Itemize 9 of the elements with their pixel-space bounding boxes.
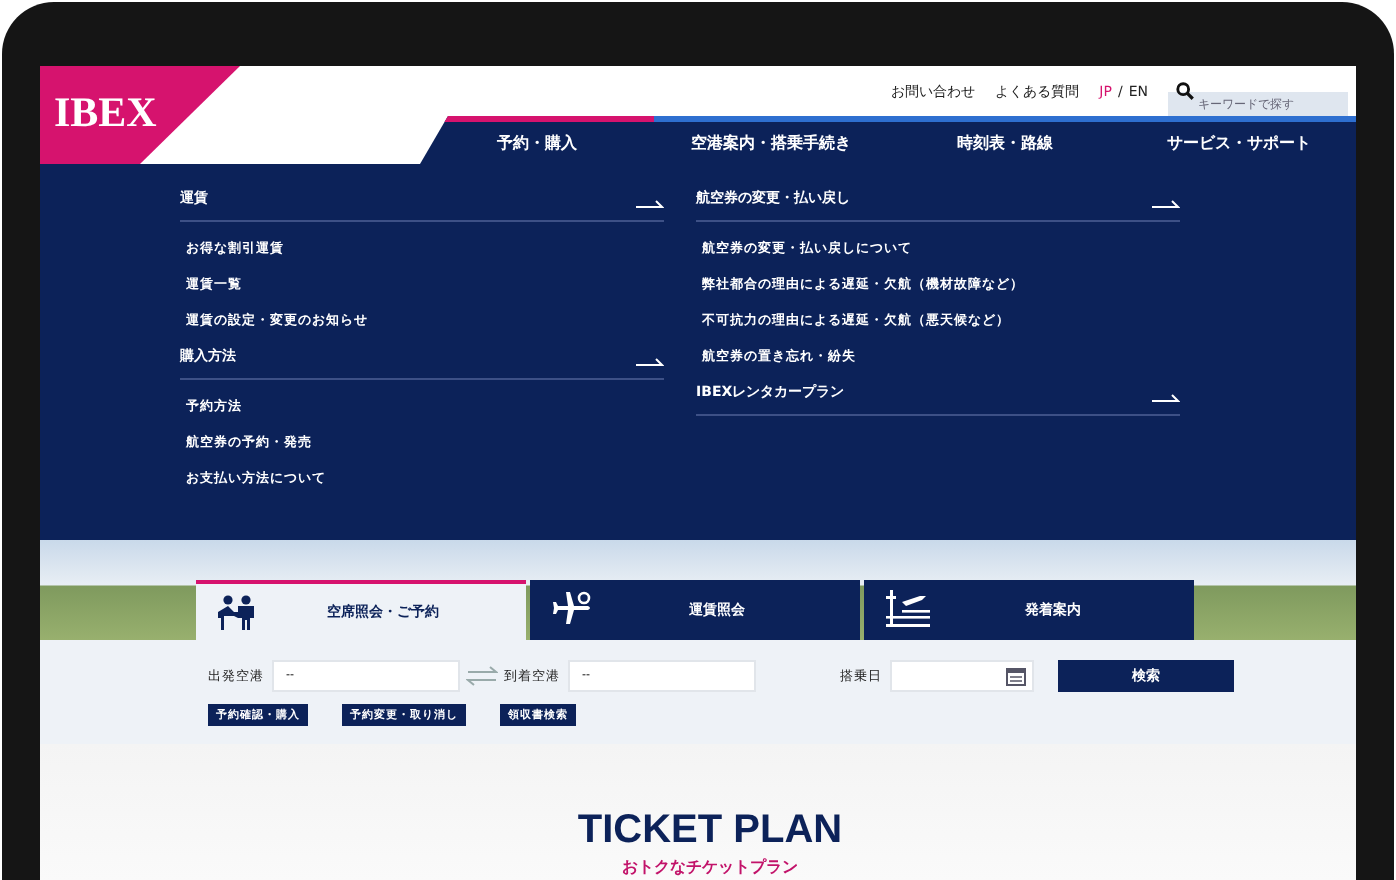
airplane-icon <box>550 590 594 630</box>
search-icon <box>1176 82 1194 100</box>
section-subtitle: おトクなチケットプラン <box>622 856 798 878</box>
logo[interactable]: IBEX <box>40 66 240 164</box>
people-icon <box>216 594 260 630</box>
departure-board-icon <box>884 590 932 630</box>
calendar-icon <box>1006 666 1026 686</box>
date-field[interactable] <box>890 660 1034 692</box>
section-title: TICKET PLAN <box>577 808 843 854</box>
